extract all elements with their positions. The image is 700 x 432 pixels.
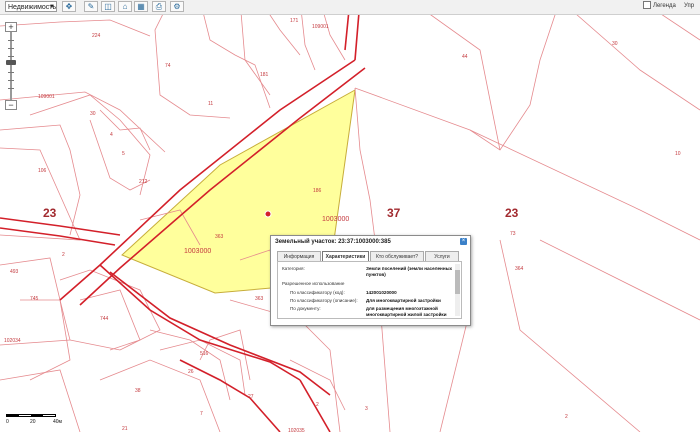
zoom-tick xyxy=(8,56,14,57)
svg-text:224: 224 xyxy=(92,33,101,39)
row-value-by-document: для размещения многоэтажной многоквартир… xyxy=(366,306,447,317)
svg-text:11: 11 xyxy=(208,101,213,107)
row-value-class-desc: Для многоквартирной застройки xyxy=(366,298,441,303)
scale-bar-graphic xyxy=(6,414,56,417)
svg-text:26: 26 xyxy=(188,369,194,375)
legend-checkbox[interactable] xyxy=(643,1,651,10)
row-value-class-code: 142001020000 xyxy=(366,290,397,295)
svg-text:2: 2 xyxy=(62,252,65,258)
svg-text:1003000: 1003000 xyxy=(322,216,349,223)
tab-characteristics[interactable]: Характеристики xyxy=(322,251,369,261)
tools-icon[interactable]: ⚙ xyxy=(170,1,184,12)
close-icon[interactable]: × xyxy=(460,238,467,245)
svg-text:4: 4 xyxy=(110,132,113,138)
map-toolbar: Недвижимость ▼ ✥ ✎ ◫ ⌂ ▦ ⎙ ⚙ Легенда Упр xyxy=(0,0,700,15)
svg-text:212: 212 xyxy=(139,179,148,185)
svg-text:516: 516 xyxy=(200,351,209,357)
svg-text:10: 10 xyxy=(675,151,681,157)
popup-title: Земельный участок: 23:37:1003000:385 xyxy=(275,239,391,245)
tab-info[interactable]: Информация xyxy=(277,251,321,261)
manage-toggle[interactable]: Упр xyxy=(684,1,694,12)
row-label-category: Категория: xyxy=(282,266,305,271)
svg-text:186: 186 xyxy=(313,188,322,194)
row-label-class-desc: По классификатору (описание): xyxy=(290,298,358,303)
ruler-icon[interactable]: ◫ xyxy=(101,1,115,12)
svg-text:23: 23 xyxy=(505,206,519,220)
svg-text:1003000: 1003000 xyxy=(184,248,211,255)
location-marker-icon[interactable] xyxy=(264,210,272,218)
legend-label: Легенда xyxy=(653,3,676,9)
svg-text:109001: 109001 xyxy=(312,24,329,30)
popup-scrollbar[interactable] xyxy=(455,264,460,316)
tab-services[interactable]: Услуги xyxy=(425,251,459,261)
zoom-tick xyxy=(8,48,14,49)
tab-who-serves[interactable]: Кто обслуживает? xyxy=(370,251,424,261)
svg-text:30: 30 xyxy=(90,111,96,117)
svg-text:3: 3 xyxy=(365,406,368,412)
row-label-permitted-use: Разрешенное использование xyxy=(282,281,345,286)
svg-text:745: 745 xyxy=(30,296,39,302)
svg-text:102034: 102034 xyxy=(4,338,21,344)
zoom-tick xyxy=(8,88,14,89)
svg-text:106: 106 xyxy=(38,168,47,174)
chevron-down-icon: ▼ xyxy=(49,4,55,10)
manage-label: Упр xyxy=(684,3,695,9)
popup-body: Категория: Земли поселений (земли населе… xyxy=(277,261,462,319)
svg-text:74: 74 xyxy=(165,63,171,69)
zoom-out-button[interactable]: − xyxy=(5,100,17,110)
zoom-track[interactable] xyxy=(10,32,12,100)
row-label-class-code: По классификатору (код): xyxy=(290,290,345,295)
home-icon[interactable]: ⌂ xyxy=(118,1,132,12)
layers-icon[interactable]: ▦ xyxy=(134,1,148,12)
pan-icon[interactable]: ✥ xyxy=(62,1,76,12)
svg-text:363: 363 xyxy=(255,296,264,302)
zoom-tick xyxy=(8,40,14,41)
scale-label-40: 40м xyxy=(53,419,62,425)
svg-text:7: 7 xyxy=(200,411,203,417)
scale-label-20: 20 xyxy=(30,419,36,425)
svg-text:37: 37 xyxy=(387,206,401,220)
layer-select[interactable]: Недвижимость ▼ xyxy=(5,1,57,12)
svg-text:171: 171 xyxy=(290,18,299,24)
zoom-in-button[interactable]: + xyxy=(5,22,17,32)
zoom-tick xyxy=(8,72,14,73)
svg-text:73: 73 xyxy=(510,231,516,237)
svg-text:23: 23 xyxy=(43,206,57,220)
parcel-info-popup: Земельный участок: 23:37:1003000:385 × И… xyxy=(270,235,471,326)
svg-text:181: 181 xyxy=(260,72,269,78)
svg-text:364: 364 xyxy=(515,266,524,272)
svg-text:2: 2 xyxy=(316,402,319,408)
svg-text:27: 27 xyxy=(248,394,254,400)
cadastral-map[interactable]: 224 74 181 171 109001 44 109001 30 11 4 … xyxy=(0,0,700,432)
print-icon[interactable]: ⎙ xyxy=(152,1,166,12)
svg-text:44: 44 xyxy=(462,54,468,60)
row-label-by-document: По документу: xyxy=(290,306,321,311)
svg-text:744: 744 xyxy=(100,316,109,322)
legend-toggle[interactable]: Легенда xyxy=(643,1,676,12)
zoom-control: + − xyxy=(5,22,17,110)
row-value-category: Земли поселений (земли населенных пункто… xyxy=(366,266,453,277)
zoom-tick xyxy=(8,80,14,81)
svg-text:30: 30 xyxy=(612,41,618,47)
svg-text:38: 38 xyxy=(135,388,141,394)
svg-text:2: 2 xyxy=(565,414,568,420)
svg-text:363: 363 xyxy=(215,234,224,240)
svg-text:102035: 102035 xyxy=(288,428,305,432)
svg-text:21: 21 xyxy=(122,426,128,432)
zoom-slider-handle[interactable] xyxy=(6,60,16,65)
svg-text:5: 5 xyxy=(122,151,125,157)
scale-label-0: 0 xyxy=(6,419,9,425)
measure-icon[interactable]: ✎ xyxy=(84,1,98,12)
svg-text:109001: 109001 xyxy=(38,94,55,100)
svg-text:493: 493 xyxy=(10,269,19,275)
scrollbar-thumb[interactable] xyxy=(455,270,460,294)
